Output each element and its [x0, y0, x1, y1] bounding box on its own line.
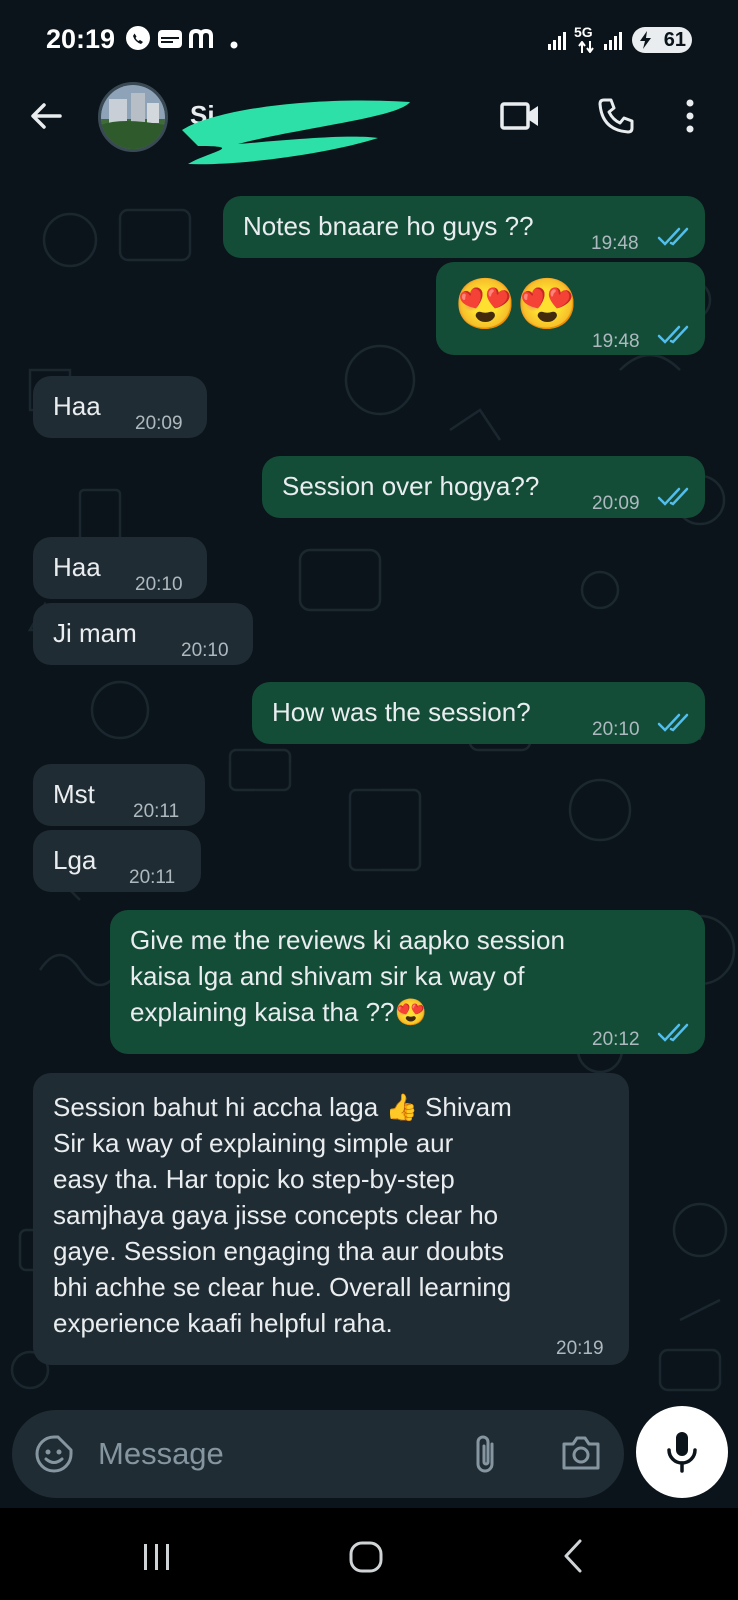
more-vertical-icon: [686, 99, 694, 133]
signal-icon-2: [604, 30, 624, 55]
data-arrows-icon: [578, 40, 594, 58]
message-text: Session over hogya??: [282, 471, 540, 501]
battery-level: 61: [663, 28, 686, 51]
message-outgoing[interactable]: Notes bnaare ho guys ?? 19:48: [223, 196, 705, 258]
voice-message-button[interactable]: [636, 1406, 728, 1498]
chat-area[interactable]: Notes bnaare ho guys ?? 19:48 😍😍 19:48 H…: [0, 170, 738, 1410]
read-ticks-icon: [657, 325, 689, 344]
avatar[interactable]: [98, 82, 168, 152]
message-composer: [12, 1410, 624, 1498]
signal-icon: [548, 30, 568, 55]
sticker-smiley-icon: [35, 1435, 73, 1473]
message-text: Notes bnaare ho guys ??: [243, 211, 534, 241]
message-text: 😍😍: [454, 276, 579, 332]
system-back-button[interactable]: [560, 1538, 586, 1579]
back-button[interactable]: [26, 96, 66, 136]
name-redaction-mark: [182, 100, 410, 165]
message-time: 19:48: [592, 331, 640, 352]
message-incoming[interactable]: Haa 20:09: [33, 376, 207, 438]
home-icon: [349, 1541, 383, 1573]
status-bar: 20:19 5G 61: [0, 0, 738, 80]
message-text: Session bahut hi accha laga 👍 Shivam Sir…: [53, 1092, 512, 1338]
read-ticks-icon: [657, 1023, 689, 1042]
message-text: How was the session?: [272, 697, 531, 727]
message-text: Haa: [53, 391, 101, 421]
tring-icon: [158, 30, 182, 53]
menu-button[interactable]: [684, 96, 696, 141]
system-nav-bar: [0, 1508, 738, 1600]
recent-apps-button[interactable]: [140, 1542, 174, 1577]
emoji-button[interactable]: [34, 1434, 74, 1479]
arrow-left-icon: [31, 103, 62, 129]
attach-button[interactable]: [470, 1432, 500, 1481]
message-text: Give me the reviews ki aapko session kai…: [130, 925, 565, 1027]
m-app-icon: [188, 26, 216, 55]
status-time: 20:19: [46, 24, 116, 54]
message-incoming[interactable]: Ji mam 20:10: [33, 603, 253, 665]
message-time: 20:12: [592, 1029, 640, 1050]
message-time: 20:11: [133, 801, 180, 822]
message-input[interactable]: [98, 1410, 428, 1498]
video-camera-icon: [500, 102, 538, 130]
message-outgoing[interactable]: Session over hogya?? 20:09: [262, 456, 705, 518]
microphone-icon: [667, 1432, 697, 1473]
message-text: Ji mam: [53, 618, 137, 648]
phone-icon: [598, 98, 634, 134]
recents-icon: [144, 1544, 169, 1570]
message-outgoing[interactable]: 😍😍 19:48: [436, 262, 705, 355]
message-time: 20:19: [556, 1338, 604, 1359]
home-button[interactable]: [348, 1540, 384, 1579]
voice-call-button[interactable]: [596, 96, 636, 141]
message-incoming[interactable]: Mst 20:11: [33, 764, 205, 826]
chat-header: Si: [0, 80, 738, 170]
battery-indicator: 61: [632, 27, 692, 53]
message-incoming[interactable]: Session bahut hi accha laga 👍 Shivam Sir…: [33, 1073, 629, 1365]
video-call-button[interactable]: [500, 96, 542, 141]
camera-icon: [562, 1436, 600, 1470]
chevron-left-icon: [564, 1539, 582, 1573]
message-outgoing[interactable]: How was the session? 20:10: [252, 682, 705, 744]
message-time: 19:48: [591, 233, 639, 254]
message-incoming[interactable]: Haa 20:10: [33, 537, 207, 599]
message-incoming[interactable]: Lga 20:11: [33, 830, 201, 892]
camera-button[interactable]: [560, 1434, 602, 1477]
message-time: 20:10: [135, 574, 183, 595]
message-time: 20:09: [135, 413, 183, 434]
message-time: 20:10: [592, 719, 640, 740]
read-ticks-icon: [657, 227, 689, 246]
charging-icon: [640, 31, 651, 49]
read-ticks-icon: [657, 487, 689, 506]
message-text: Mst: [53, 779, 95, 809]
paperclip-icon: [476, 1435, 494, 1473]
message-text: Haa: [53, 552, 101, 582]
message-text: Lga: [53, 845, 97, 875]
read-ticks-icon: [657, 713, 689, 732]
whatsapp-icon: [124, 24, 152, 57]
message-time: 20:09: [592, 493, 640, 514]
message-time: 20:11: [129, 867, 176, 888]
network-type: 5G: [574, 24, 593, 40]
message-time: 20:10: [181, 640, 229, 661]
dot-icon: [230, 36, 238, 54]
message-outgoing[interactable]: Give me the reviews ki aapko session kai…: [110, 910, 705, 1054]
